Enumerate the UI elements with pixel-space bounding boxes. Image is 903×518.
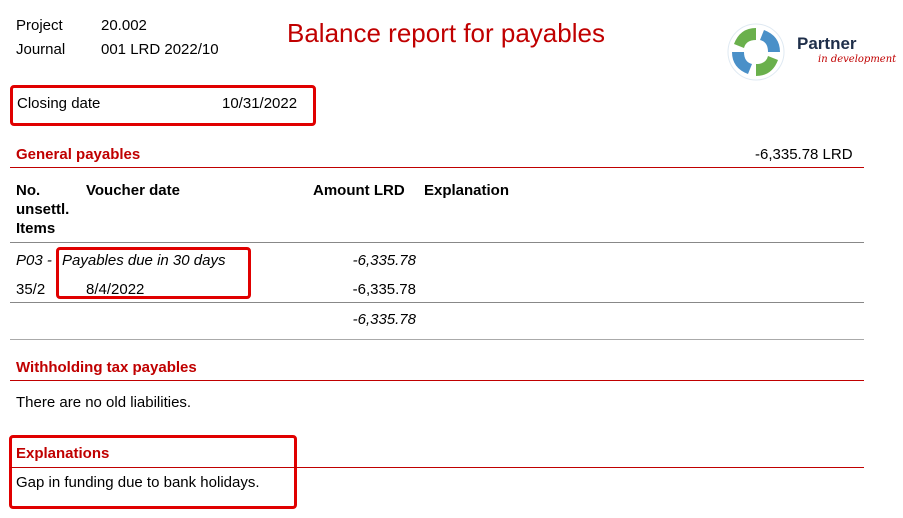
item-amount: -6,335.78 xyxy=(352,281,416,298)
explanations-rule xyxy=(10,467,864,468)
report-title: Balance report for payables xyxy=(287,18,605,48)
withholding-text: There are no old liabilities. xyxy=(16,394,192,411)
group-highlight xyxy=(56,247,251,299)
general-payables-total: -6,335.78 LRD xyxy=(755,146,853,163)
withholding-rule xyxy=(10,380,864,381)
col-amount: Amount LRD xyxy=(313,182,405,199)
journal-value: 001 LRD 2022/10 xyxy=(101,41,219,58)
subtotal-rule xyxy=(10,302,864,303)
journal-label: Journal xyxy=(16,41,66,58)
item-number: 35/2 xyxy=(16,281,46,298)
table-bottom-rule xyxy=(10,339,864,340)
col-voucher-date: Voucher date xyxy=(86,182,180,199)
project-value: 20.002 xyxy=(101,17,147,34)
project-label: Project xyxy=(16,17,63,34)
col-no-line2: unsettl. xyxy=(16,201,70,218)
col-no-line1: No. xyxy=(16,182,41,199)
section-rule xyxy=(10,167,864,168)
explanations-text: Gap in funding due to bank holidays. xyxy=(16,474,260,491)
subtotal-amount: -6,335.78 xyxy=(352,311,416,328)
group-amount: -6,335.78 xyxy=(352,252,416,269)
group-code: P03 - xyxy=(16,252,52,269)
closing-date-value: 10/31/2022 xyxy=(222,95,298,112)
partner-logo-icon xyxy=(727,23,785,81)
header-rule xyxy=(10,242,864,243)
logo-tagline: in development xyxy=(818,54,897,65)
withholding-heading: Withholding tax payables xyxy=(16,359,197,376)
closing-date-label: Closing date xyxy=(17,95,101,112)
col-explanation: Explanation xyxy=(424,182,510,199)
logo-wordmark: Partner xyxy=(797,34,857,53)
explanations-heading: Explanations xyxy=(16,445,110,462)
general-payables-heading: General payables xyxy=(16,146,141,163)
col-no-line3: Items xyxy=(16,220,56,237)
